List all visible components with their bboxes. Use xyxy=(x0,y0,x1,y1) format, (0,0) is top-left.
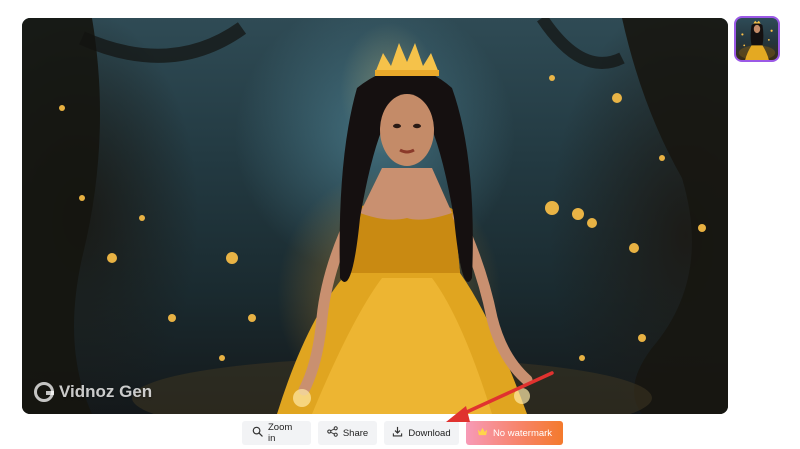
princess-scene-illustration xyxy=(22,18,728,414)
watermark: Vidnoz Gen xyxy=(34,382,152,402)
image-action-toolbar: Zoom in Share Download No watermark xyxy=(242,421,563,445)
download-button[interactable]: Download xyxy=(384,421,459,445)
generated-image[interactable]: Vidnoz Gen xyxy=(22,18,728,414)
no-watermark-button[interactable]: No watermark xyxy=(466,421,563,445)
thumbnail-princess-illustration xyxy=(738,20,776,60)
zoom-in-button[interactable]: Zoom in xyxy=(242,421,311,445)
download-label: Download xyxy=(408,427,451,439)
share-button[interactable]: Share xyxy=(318,421,377,445)
vidnoz-logo-icon xyxy=(34,382,54,402)
magnifier-icon xyxy=(252,426,263,440)
watermark-text: Vidnoz Gen xyxy=(59,382,153,401)
zoom-in-label: Zoom in xyxy=(268,422,293,444)
image-thumbnail[interactable] xyxy=(734,16,780,62)
crown-icon xyxy=(477,426,488,440)
no-watermark-label: No watermark xyxy=(492,427,553,439)
download-icon xyxy=(392,426,403,440)
share-icon xyxy=(327,426,338,440)
share-label: Share xyxy=(342,427,369,439)
